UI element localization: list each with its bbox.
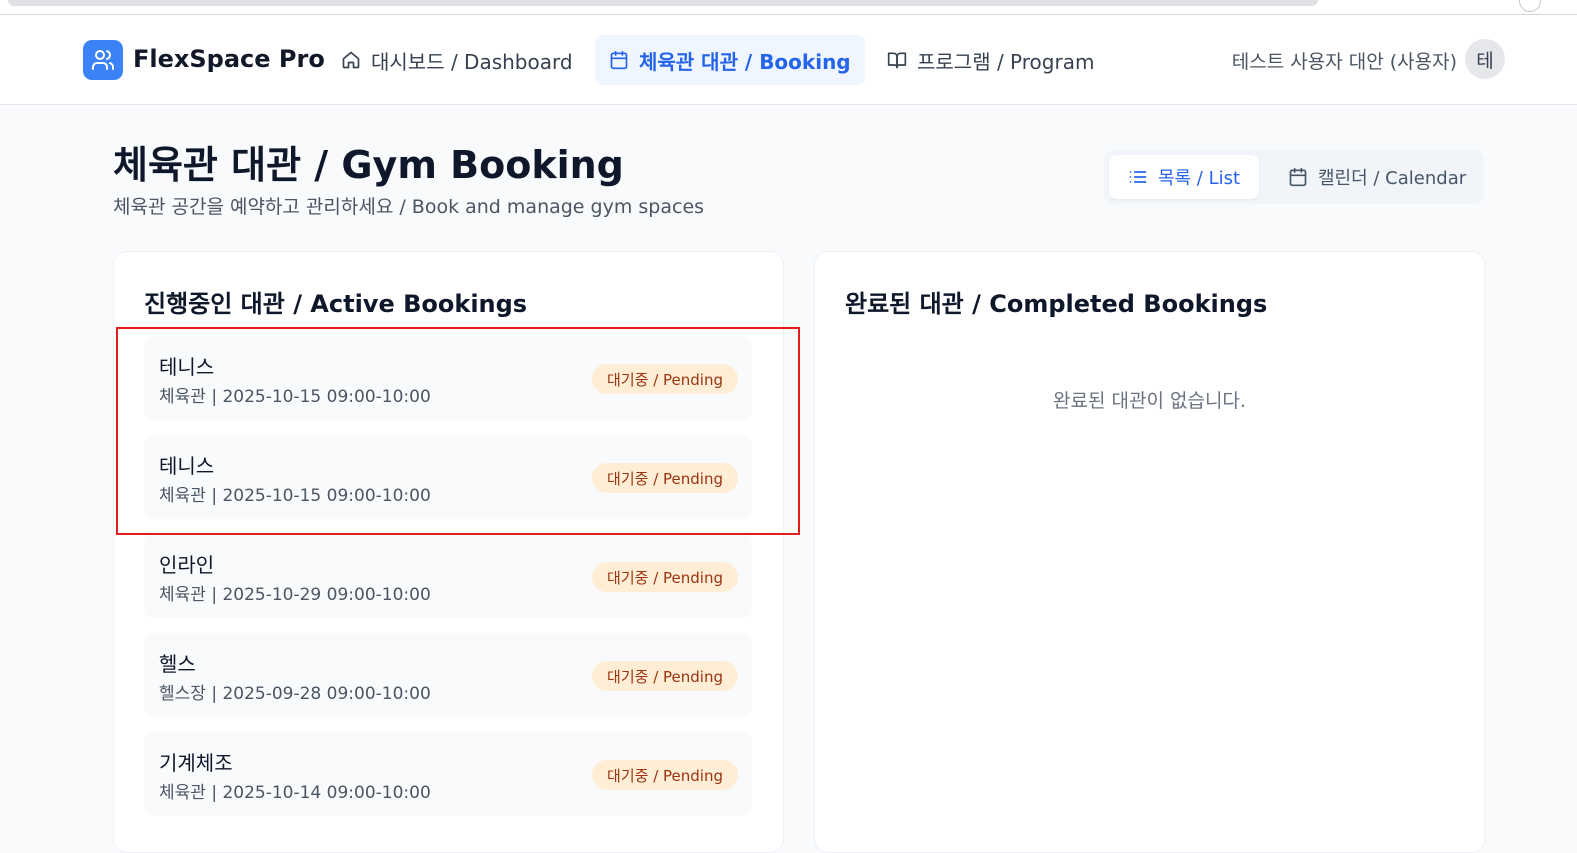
booking-name: 테니스 — [159, 355, 215, 379]
status-badge: 대기중 / Pending — [592, 562, 738, 592]
booking-item[interactable]: 테니스 체육관 | 2025-10-15 09:00-10:00 대기중 / P… — [144, 435, 752, 519]
home-icon — [342, 51, 360, 69]
active-bookings-card: 진행중인 대관 / Active Bookings 테니스 체육관 | 2025… — [113, 251, 784, 853]
page-subtitle: 체육관 공간을 예약하고 관리하세요 / Book and manage gym… — [113, 196, 705, 218]
booking-name: 테니스 — [159, 454, 215, 478]
nav-item-booking[interactable]: 체육관 대관 / Booking — [595, 35, 865, 85]
active-bookings-title: 진행중인 대관 / Active Bookings — [144, 290, 528, 318]
nav-item-label: 대시보드 / Dashboard — [371, 49, 573, 74]
user-name[interactable]: 테스트 사용자 대안 (사용자) — [1232, 47, 1457, 74]
calendar-view-button[interactable]: 캘린더 / Calendar — [1288, 155, 1466, 199]
horizontal-scrollbar[interactable] — [8, 0, 1318, 6]
nav-item-label: 프로그램 / Program — [917, 49, 1095, 74]
list-view-label: 목록 / List — [1157, 168, 1241, 189]
list-icon — [1129, 171, 1147, 183]
nav-item-program[interactable]: 프로그램 / Program — [887, 35, 1094, 85]
booking-item[interactable]: 인라인 체육관 | 2025-10-29 09:00-10:00 대기중 / P… — [144, 534, 752, 618]
top-navbar: FlexSpace Pro 대시보드 / Dashboard 체육관 대관 / … — [0, 15, 1577, 105]
completed-bookings-title: 완료된 대관 / Completed Bookings — [845, 290, 1268, 318]
booking-name: 헬스 — [159, 652, 196, 676]
list-view-button[interactable]: 목록 / List — [1109, 155, 1259, 199]
status-badge: 대기중 / Pending — [592, 760, 738, 790]
booking-detail: 체육관 | 2025-10-15 09:00-10:00 — [159, 486, 431, 506]
status-badge: 대기중 / Pending — [592, 661, 738, 691]
empty-state-message: 완료된 대관이 없습니다. — [1053, 390, 1246, 412]
nav-item-dashboard[interactable]: 대시보드 / Dashboard — [341, 35, 573, 85]
browser-corner-icon — [1519, 0, 1541, 12]
calendar-icon — [610, 50, 628, 70]
booking-detail: 체육관 | 2025-10-14 09:00-10:00 — [159, 783, 431, 803]
booking-item[interactable]: 기계체조 체육관 | 2025-10-14 09:00-10:00 대기중 / … — [144, 732, 752, 816]
users-icon — [92, 50, 114, 70]
book-open-icon — [887, 52, 907, 69]
avatar[interactable]: 테 — [1465, 39, 1505, 79]
booking-detail: 체육관 | 2025-10-29 09:00-10:00 — [159, 585, 431, 605]
booking-detail: 헬스장 | 2025-09-28 09:00-10:00 — [159, 684, 431, 704]
nav-item-label: 체육관 대관 / Booking — [639, 49, 851, 74]
booking-item[interactable]: 테니스 체육관 | 2025-10-15 09:00-10:00 대기중 / P… — [144, 336, 752, 420]
app-logo[interactable] — [83, 40, 123, 80]
status-badge: 대기중 / Pending — [592, 463, 738, 493]
calendar-view-label: 캘린더 / Calendar — [1318, 168, 1467, 189]
booking-detail: 체육관 | 2025-10-15 09:00-10:00 — [159, 387, 431, 407]
app-name[interactable]: FlexSpace Pro — [133, 45, 325, 73]
browser-scroll-strip — [0, 0, 1577, 15]
page-title: 체육관 대관 / Gym Booking — [113, 143, 624, 187]
calendar-icon — [1289, 167, 1307, 187]
completed-bookings-card: 완료된 대관 / Completed Bookings 완료된 대관이 없습니다… — [814, 251, 1485, 853]
view-toggle: 목록 / List 캘린더 / Calendar — [1104, 150, 1484, 204]
booking-item[interactable]: 헬스 헬스장 | 2025-09-28 09:00-10:00 대기중 / Pe… — [144, 633, 752, 717]
booking-name: 인라인 — [159, 553, 215, 577]
status-badge: 대기중 / Pending — [592, 364, 738, 394]
booking-name: 기계체조 — [159, 751, 233, 775]
